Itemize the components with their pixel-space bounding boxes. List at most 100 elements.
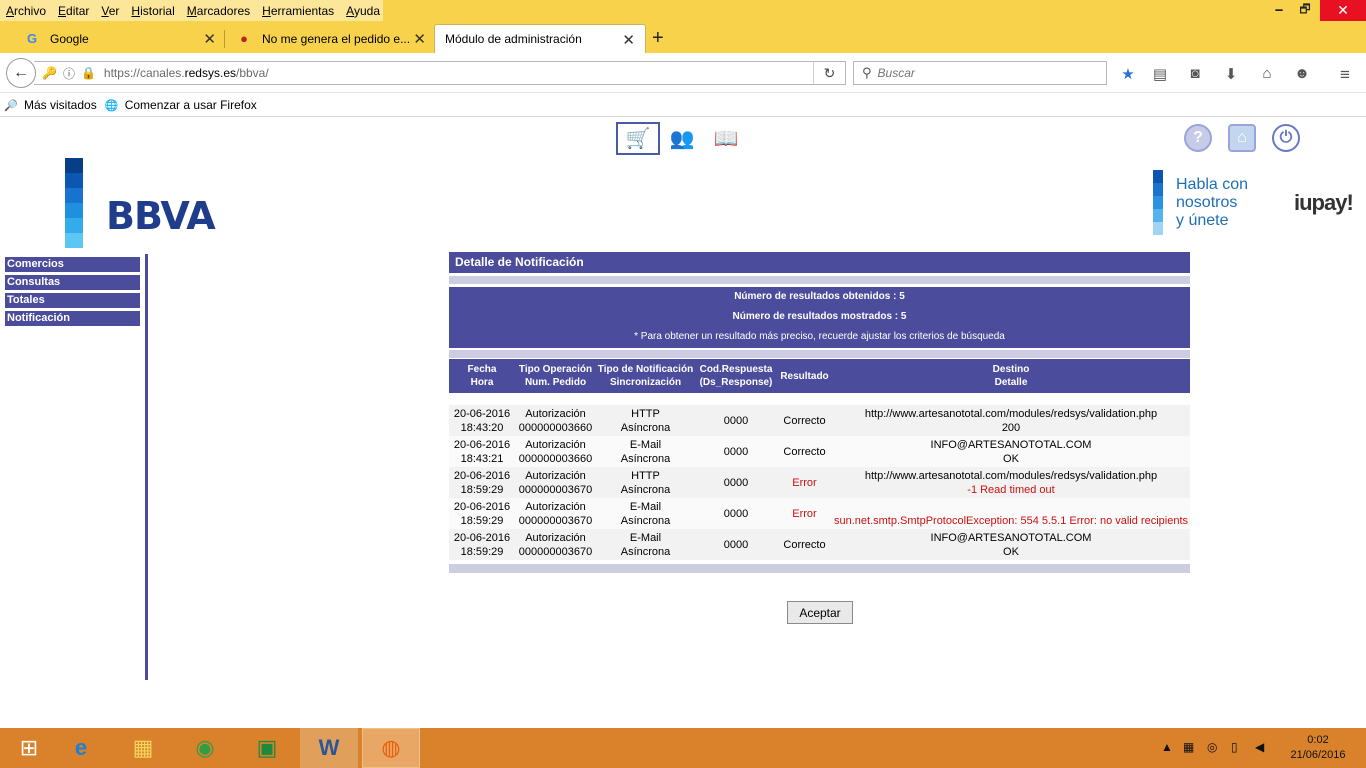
cell-resultado: Correcto [777, 436, 832, 467]
minimize-button[interactable]: 🗕 [1266, 0, 1292, 21]
bookmark-most-visited[interactable]: 🔎 Más visitados [4, 98, 97, 112]
cell-fecha: 20-06-2016 18:43:20 [449, 405, 515, 436]
cell-cod: 0000 [695, 436, 777, 467]
url-bar[interactable]: 🔑 ⓘ 🔒 https://canales.redsys.es/bbva/ ↻ [34, 61, 846, 85]
menu-archivo[interactable]: Archivo [6, 4, 46, 18]
cell-resultado: Correcto [777, 529, 832, 560]
menu-bar: Archivo Editar Ver Historial Marcadores … [0, 0, 1366, 21]
hamburger-menu-icon[interactable]: ≡ [1335, 65, 1355, 85]
tab-forum[interactable]: ● No me genera el pedido e... ✕ [226, 24, 434, 53]
store-icon[interactable]: ▣ [238, 728, 296, 768]
bbva-logo: BBVA [106, 194, 216, 238]
tab-title: No me genera el pedido e... [262, 31, 411, 46]
url-text[interactable]: https://canales.redsys.es/bbva/ [104, 66, 269, 80]
power-icon[interactable]: ⏻ [1272, 124, 1300, 152]
results-obtained: Número de resultados obtenidos : 5 [734, 291, 905, 302]
menu-marcadores[interactable]: Marcadores [187, 4, 250, 18]
book-icon[interactable]: 📖 [704, 122, 748, 155]
cell-notif: E-Mail Asíncrona [596, 436, 695, 467]
tab-google[interactable]: G Google ✕ [14, 24, 224, 53]
menu-comercios[interactable]: Comercios [5, 257, 140, 272]
menu-consultas[interactable]: Consultas [5, 275, 140, 290]
tray-volume-icon[interactable]: ◀ [1255, 740, 1264, 754]
lock-icon[interactable]: 🔒 [81, 66, 96, 80]
separator [449, 564, 1190, 573]
cell-notif: E-Mail Asíncrona [596, 529, 695, 560]
menu-herramientas[interactable]: Herramientas [262, 4, 334, 18]
word-icon[interactable]: W [300, 728, 358, 768]
iupay-logo[interactable]: iupay! [1294, 190, 1354, 216]
spacer-row [449, 393, 1190, 405]
bookmark-firefox[interactable]: 🌐 Comenzar a usar Firefox [105, 98, 257, 112]
windows-start-icon[interactable]: ⊞ [0, 728, 58, 768]
file-explorer-icon[interactable]: ▦ [114, 728, 172, 768]
left-menu: Comercios Consultas Totales Notificación [5, 257, 140, 329]
pocket-icon[interactable]: ◙ [1185, 65, 1205, 82]
download-icon[interactable]: ⬇ [1221, 65, 1241, 83]
cell-destino: http://www.artesanototal.com/modules/red… [832, 467, 1190, 498]
table-row: 20-06-2016 18:59:29 Autorización 000000003… [449, 498, 1190, 529]
clock[interactable]: 0:02 21/06/2016 [1286, 733, 1350, 763]
results-shown: Número de resultados mostrados : 5 [732, 311, 907, 322]
internet-explorer-icon[interactable]: e [52, 728, 110, 768]
chrome-icon[interactable]: ◉ [176, 728, 234, 768]
new-tab-button[interactable]: + [652, 27, 664, 50]
col-fecha: Fecha Hora [449, 359, 515, 393]
promo-line: Habla con [1176, 176, 1249, 193]
cell-fecha: 20-06-2016 18:59:29 [449, 529, 515, 560]
menu-ayuda[interactable]: Ayuda [346, 4, 380, 18]
search-bar[interactable]: ⚲ [853, 61, 1107, 85]
separator [449, 276, 1190, 284]
firefox-icon[interactable]: ◍ [362, 728, 420, 768]
panel-title: Detalle de Notificación [449, 252, 1190, 273]
menu-totales[interactable]: Totales [5, 293, 140, 308]
search-input[interactable] [877, 66, 1078, 80]
home-icon[interactable]: ⌂ [1257, 65, 1277, 82]
promo-line: y únete [1176, 212, 1229, 229]
emoji-icon[interactable]: ☻ [1292, 65, 1312, 82]
cell-tipo: Autorización 000000003670 [515, 498, 596, 529]
info-icon[interactable]: ⓘ [63, 65, 75, 82]
promo-text[interactable]: Habla con nosotros y únete [1176, 176, 1248, 230]
taskbar: ⊞ e ▦ ◉ ▣ W ◍ ▲ ▦ ◎ ▯ ◀ 0:02 21/06/2016 [0, 728, 1366, 768]
tray-battery-icon[interactable]: ▯ [1231, 740, 1238, 754]
users-icon[interactable]: 👥 [660, 122, 704, 155]
menu-ver[interactable]: Ver [101, 4, 119, 18]
tab-close-icon[interactable]: ✕ [413, 30, 426, 48]
accept-button[interactable]: Aceptar [787, 601, 853, 624]
tray-arrow-icon[interactable]: ▲ [1161, 740, 1173, 754]
bookmark-folder-icon: 🔎 [4, 99, 18, 112]
tab-close-icon[interactable]: ✕ [203, 30, 216, 48]
table-row: 20-06-2016 18:43:21 Autorización 000000003… [449, 436, 1190, 467]
menu-historial[interactable]: Historial [131, 4, 174, 18]
promo-bars [1153, 170, 1163, 235]
cell-fecha: 20-06-2016 18:59:29 [449, 498, 515, 529]
tray-network-icon[interactable]: ◎ [1207, 740, 1217, 754]
tab-close-icon[interactable]: ✕ [622, 31, 635, 49]
close-window-button[interactable]: ✕ [1320, 0, 1366, 21]
bookmark-star-icon[interactable]: ★ [1118, 65, 1138, 83]
tray-window-icon[interactable]: ▦ [1183, 740, 1194, 754]
back-button[interactable]: ← [6, 58, 36, 88]
cell-destino: INFO@ARTESANOTOTAL.COM OK [832, 529, 1190, 560]
bookmark-label: Comenzar a usar Firefox [124, 98, 257, 112]
cart-icon[interactable]: 🛒 [616, 122, 660, 155]
section-icons: 🛒 👥 📖 [616, 122, 748, 155]
tab-title: Google [50, 31, 89, 46]
key-icon[interactable]: 🔑 [42, 66, 57, 80]
menu-notificacion[interactable]: Notificación [5, 311, 140, 326]
home-icon[interactable]: ⌂ [1228, 124, 1256, 152]
cell-resultado-error: Error [777, 467, 832, 498]
menu-editar[interactable]: Editar [58, 4, 89, 18]
maximize-button[interactable]: 🗗 [1292, 0, 1318, 21]
help-icon[interactable]: ? [1184, 124, 1212, 152]
reload-button[interactable]: ↻ [813, 62, 845, 84]
reading-list-icon[interactable]: ▤ [1150, 65, 1170, 83]
tab-admin-active[interactable]: Módulo de administración ✕ [434, 24, 646, 53]
forum-icon: ● [240, 31, 248, 46]
cell-cod: 0000 [695, 529, 777, 560]
menu-divider [145, 254, 148, 680]
globe-icon: 🌐 [104, 99, 119, 112]
results-info: Número de resultados obtenidos : 5 Númer… [449, 287, 1190, 348]
col-cod-respuesta: Cod.Respuesta (Ds_Response) [695, 359, 777, 393]
